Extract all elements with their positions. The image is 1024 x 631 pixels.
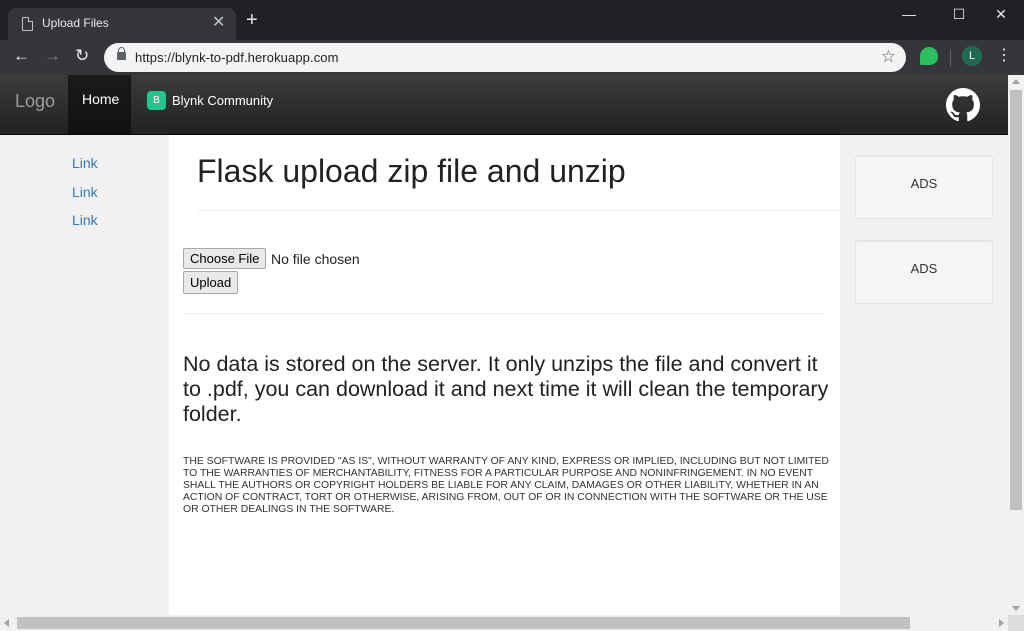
main-content: Flask upload zip file and unzip Choose F… [169, 135, 840, 615]
address-bar[interactable]: https://blynk-to-pdf.herokuapp.com ☆ [104, 43, 906, 72]
file-status-text: No file chosen [271, 251, 360, 267]
sidenav-link[interactable]: Link [72, 155, 98, 171]
ad-label: ADS [910, 261, 938, 276]
license-text: THE SOFTWARE IS PROVIDED "AS IS", WITHOU… [183, 456, 829, 515]
scroll-right-icon[interactable] [999, 619, 1004, 627]
nav-home-label: Home [82, 91, 120, 107]
blynk-icon: B [147, 91, 166, 110]
ad-label: ADS [910, 176, 938, 191]
minimize-button[interactable]: — [886, 4, 932, 24]
browser-toolbar: ← → ↻ https://blynk-to-pdf.herokuapp.com… [0, 40, 1024, 75]
horizontal-scroll-thumb[interactable] [17, 617, 910, 629]
page-title: Flask upload zip file and unzip [197, 153, 626, 189]
back-button[interactable]: ← [13, 46, 30, 66]
url-text[interactable]: https://blynk-to-pdf.herokuapp.com [135, 50, 339, 65]
ad-box[interactable]: ADS [855, 240, 993, 304]
scroll-up-icon[interactable] [1012, 79, 1020, 84]
scrollbar-corner [1008, 615, 1024, 631]
upload-button[interactable]: Upload [183, 271, 239, 294]
profile-avatar[interactable]: L [962, 46, 982, 66]
new-tab-button[interactable]: + [246, 10, 258, 30]
nav-community-label: Blynk Community [172, 93, 274, 108]
bookmark-star-icon[interactable]: ☆ [881, 47, 896, 67]
ad-box[interactable]: ADS [855, 155, 993, 219]
horizontal-scrollbar[interactable] [0, 615, 1008, 631]
scroll-left-icon[interactable] [4, 619, 9, 627]
close-tab-icon[interactable]: ✕ [212, 14, 225, 32]
scroll-down-icon[interactable] [1012, 606, 1020, 611]
close-window-button[interactable]: ✕ [978, 4, 1024, 24]
browser-tab[interactable]: Upload Files ✕ [8, 8, 236, 40]
divider [197, 210, 840, 211]
toolbar-divider [950, 49, 951, 67]
divider [183, 313, 826, 314]
page-icon [22, 17, 33, 31]
sidenav-link[interactable]: Link [72, 184, 98, 200]
forward-button[interactable]: → [44, 46, 61, 66]
left-sidenav: Link Link Link [0, 135, 169, 615]
github-icon[interactable] [946, 88, 980, 122]
browser-titlebar: Upload Files ✕ + — ☐ ✕ [0, 0, 1024, 40]
sidenav-link[interactable]: Link [72, 212, 98, 228]
choose-file-button[interactable]: Choose File [183, 248, 267, 269]
tab-title: Upload Files [42, 16, 109, 30]
browser-menu-icon[interactable]: ⋮ [996, 46, 1012, 66]
evernote-icon[interactable] [920, 47, 938, 65]
privacy-notice: No data is stored on the server. It only… [183, 352, 829, 426]
vertical-scroll-thumb[interactable] [1010, 90, 1022, 510]
maximize-button[interactable]: ☐ [936, 4, 982, 24]
vertical-scrollbar[interactable] [1008, 75, 1024, 615]
reload-button[interactable]: ↻ [75, 46, 89, 66]
nav-home[interactable]: Home [68, 75, 131, 134]
site-navbar: Logo Home B Blynk Community [0, 75, 1008, 135]
right-sidenav: ADS ADS [840, 135, 1008, 615]
lock-icon[interactable] [117, 47, 126, 60]
brand-logo[interactable]: Logo [15, 90, 55, 112]
